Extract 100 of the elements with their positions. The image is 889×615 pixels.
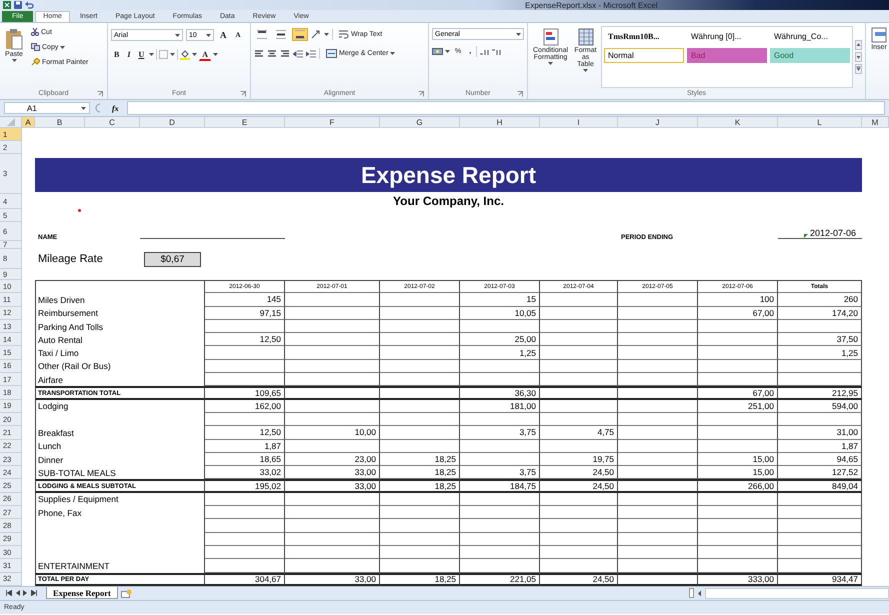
row-label: Taxi / Limo <box>35 346 205 360</box>
decrease-decimal-icon[interactable] <box>491 48 502 56</box>
table-cell: 12,50 <box>205 426 285 440</box>
clipboard-icon <box>5 28 23 50</box>
column-header[interactable]: G <box>380 117 460 128</box>
table-cell: 18,25 <box>380 452 460 466</box>
table-cell: 10,00 <box>285 426 380 440</box>
cell-style-option[interactable]: Normal <box>604 48 684 63</box>
dialog-launcher-icon[interactable] <box>517 91 523 97</box>
period-value: 2012-07-06 <box>778 222 862 239</box>
gallery-more-icon[interactable] <box>855 64 862 74</box>
borders-icon[interactable] <box>159 50 168 59</box>
column-header[interactable]: D <box>140 117 205 128</box>
column-header[interactable]: B <box>35 117 85 128</box>
table-cell: 4,75 <box>540 426 618 440</box>
dialog-launcher-icon[interactable] <box>240 91 246 97</box>
table-cell: 18,25 <box>380 466 460 480</box>
next-sheet-icon[interactable] <box>23 590 28 596</box>
sheet-tab[interactable]: Expense Report <box>46 587 118 600</box>
insert-function-button[interactable]: fx <box>108 104 123 112</box>
column-header[interactable]: I <box>540 117 618 128</box>
insert-cells-icon <box>871 27 887 43</box>
table-cell: 181,00 <box>460 400 540 413</box>
name-box[interactable]: A1 <box>4 102 90 114</box>
middle-align-button[interactable] <box>273 28 289 41</box>
insert-sheet-icon[interactable] <box>120 588 132 598</box>
top-align-button[interactable] <box>254 28 270 41</box>
table-cell: 109,65 <box>205 386 285 400</box>
column-header[interactable]: C <box>85 117 140 128</box>
table-cell: 127,52 <box>778 466 862 480</box>
table-cell: 15,00 <box>698 466 778 480</box>
table-cell: 33,00 <box>285 572 380 586</box>
caret-icon <box>60 46 66 48</box>
table-cell: 266,00 <box>698 479 778 493</box>
align-right-icon[interactable] <box>280 50 290 57</box>
scroll-down-icon[interactable] <box>855 52 862 62</box>
table-cell: 251,00 <box>698 400 778 413</box>
column-header[interactable]: A <box>22 117 35 128</box>
error-indicator-icon <box>804 234 808 238</box>
align-left-icon[interactable] <box>254 50 264 57</box>
increase-indent-icon[interactable] <box>306 50 316 58</box>
table-cell: 25,00 <box>460 333 540 346</box>
decrease-indent-icon[interactable] <box>293 50 303 58</box>
table-cell: 184,75 <box>460 479 540 493</box>
table-cell: 33,02 <box>205 466 285 480</box>
currency-icon[interactable] <box>432 47 443 56</box>
caret-icon <box>12 59 16 62</box>
undo-icon[interactable] <box>25 1 34 9</box>
save-icon[interactable] <box>14 1 22 9</box>
conditional-formatting-icon <box>542 28 559 46</box>
fill-bucket-icon[interactable] <box>180 50 190 60</box>
horizontal-scrollbar[interactable] <box>705 588 889 599</box>
bold-button[interactable]: B <box>111 48 122 61</box>
increase-decimal-icon[interactable] <box>479 48 490 56</box>
table-cell: 24,50 <box>540 479 618 493</box>
previous-sheet-icon[interactable] <box>15 590 20 596</box>
scroll-left-icon[interactable] <box>696 588 703 598</box>
table-cell: 260 <box>778 293 862 307</box>
row-label: Airfare <box>35 373 205 386</box>
table-cell: 18,65 <box>205 452 285 466</box>
dialog-launcher-icon[interactable] <box>97 91 103 97</box>
last-sheet-icon[interactable] <box>31 590 37 596</box>
column-header[interactable]: K <box>698 117 778 128</box>
caret-icon <box>213 53 218 56</box>
column-header[interactable]: L <box>778 117 862 128</box>
window-title: ExpenseReport.xlsx - Microsoft Excel <box>525 0 658 10</box>
underline-button[interactable]: U <box>135 48 148 61</box>
wrap-text-icon <box>339 30 349 39</box>
column-header[interactable]: M <box>862 117 889 128</box>
spreadsheet-logo-icon[interactable] <box>3 1 11 9</box>
row-label: Lunch <box>35 440 205 453</box>
formula-input[interactable] <box>126 101 885 115</box>
table-icon <box>578 28 594 46</box>
column-header[interactable]: J <box>618 117 698 128</box>
italic-button[interactable]: I <box>124 48 134 61</box>
dialog-launcher-icon[interactable] <box>418 91 424 97</box>
align-center-icon[interactable] <box>267 50 277 57</box>
caret-icon <box>390 52 396 55</box>
caret-icon <box>548 62 554 65</box>
align-icon <box>276 30 286 39</box>
column-header[interactable]: H <box>460 117 540 128</box>
table-cell: 100 <box>698 293 778 307</box>
align-icon <box>295 30 305 39</box>
scroll-up-icon[interactable] <box>855 40 862 50</box>
text-orientation-icon[interactable] <box>311 30 321 39</box>
bottom-align-button[interactable] <box>292 28 308 41</box>
grow-font-button[interactable]: A <box>217 28 230 42</box>
first-sheet-icon[interactable] <box>6 590 12 596</box>
company-name: Your Company, Inc. <box>392 194 505 209</box>
table-cell: 97,15 <box>205 306 285 320</box>
split-handle-icon[interactable] <box>689 588 694 598</box>
table-cell: 67,00 <box>698 306 778 320</box>
column-header[interactable]: F <box>285 117 380 128</box>
font-color-button[interactable]: A <box>199 48 212 60</box>
column-header[interactable]: E <box>205 117 285 128</box>
cell-style-option[interactable]: Good <box>770 48 850 63</box>
caret-icon <box>445 50 450 53</box>
caret-icon <box>81 106 86 110</box>
table-cell: 24,50 <box>540 466 618 480</box>
table-cell: 37,50 <box>778 333 862 346</box>
